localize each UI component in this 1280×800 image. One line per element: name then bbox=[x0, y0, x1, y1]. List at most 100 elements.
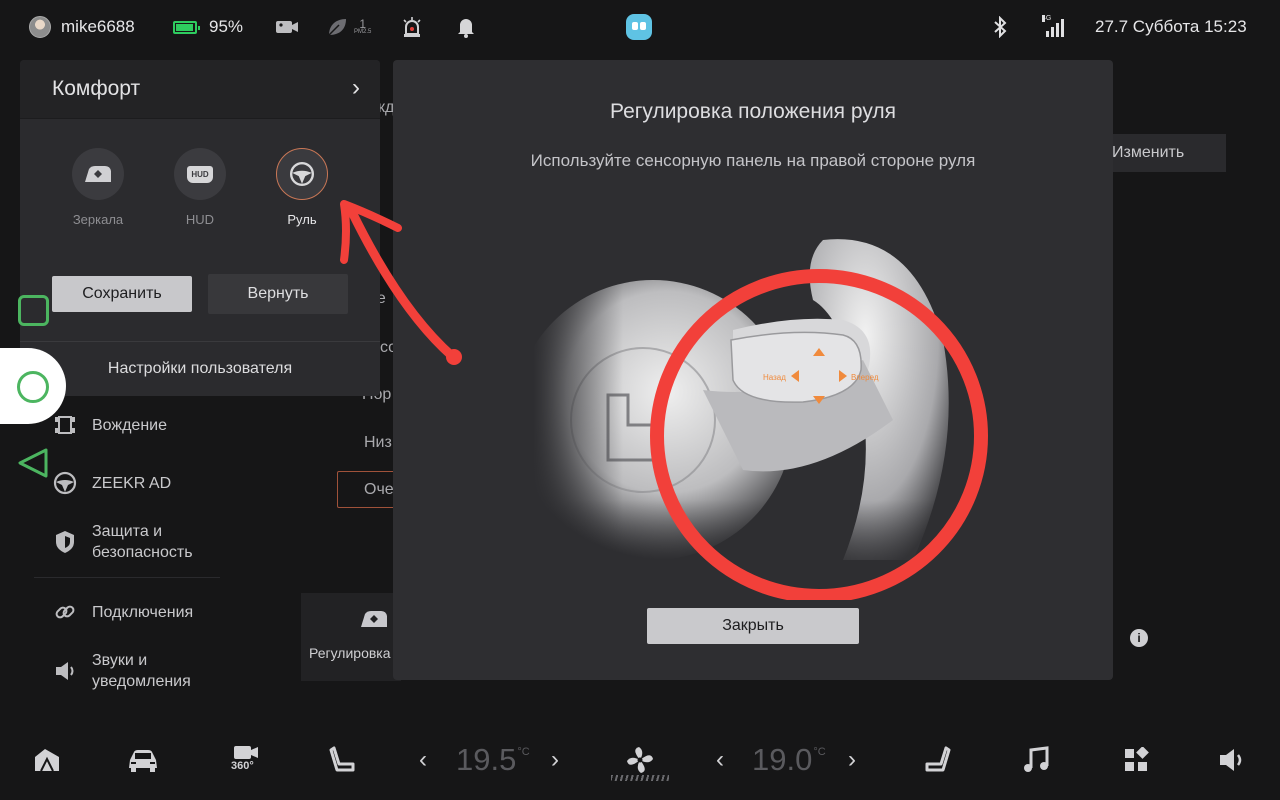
assistant-robot-icon[interactable] bbox=[626, 14, 652, 40]
mirror-icon bbox=[72, 148, 124, 200]
panel-label-back: Назад bbox=[763, 373, 786, 382]
close-button[interactable]: Закрыть bbox=[647, 608, 859, 644]
dashcam-icon[interactable] bbox=[275, 14, 299, 40]
recent-apps-button[interactable] bbox=[18, 295, 49, 326]
user-settings-link[interactable]: Настройки пользователя bbox=[20, 360, 380, 378]
avatar bbox=[29, 16, 51, 38]
comfort-panel: Комфорт › Зеркала HUD HUD Руль Сохранить… bbox=[20, 60, 380, 396]
shield-icon bbox=[52, 529, 78, 555]
home-map-icon bbox=[35, 749, 59, 772]
adjustment-card-label: Регулировка bbox=[309, 645, 391, 661]
car-dock-button[interactable] bbox=[126, 740, 160, 780]
comfort-header[interactable]: Комфорт › bbox=[20, 60, 380, 118]
adjust-label: Руль bbox=[287, 212, 317, 227]
panel-label-forward: Вперед bbox=[851, 373, 879, 382]
dialog-title: Регулировка положения руля bbox=[609, 100, 896, 123]
chevron-right-icon[interactable]: › bbox=[352, 74, 360, 102]
divider bbox=[20, 118, 380, 119]
hud-icon: HUD bbox=[174, 148, 226, 200]
nav-item-connections[interactable]: Подключения bbox=[52, 599, 193, 625]
nav-item-zeekr-ad[interactable]: ZEEKR AD bbox=[52, 470, 171, 496]
adjust-hud-button[interactable]: HUD HUD bbox=[172, 148, 228, 227]
mirror-icon bbox=[359, 609, 389, 635]
camera-360-icon: 360° bbox=[229, 745, 263, 775]
save-button[interactable]: Сохранить bbox=[52, 276, 192, 312]
right-temp-down-button[interactable]: ‹ bbox=[716, 746, 724, 774]
temp-unit: °C bbox=[813, 746, 826, 758]
apps-grid-icon bbox=[1125, 747, 1149, 771]
left-temperature-value: 19.5 bbox=[456, 742, 517, 777]
close-button-label: Закрыть bbox=[722, 617, 784, 634]
battery-percent: 95% bbox=[209, 17, 244, 36]
nav-divider bbox=[34, 577, 220, 578]
right-temp-up-button[interactable]: › bbox=[848, 746, 856, 774]
bg-row-text: Низ bbox=[364, 434, 392, 451]
username: mike6688 bbox=[61, 17, 135, 36]
battery-icon bbox=[173, 20, 200, 34]
steering-wheel-illustration: Назад Вперед bbox=[533, 220, 1013, 600]
notification-bell-icon[interactable] bbox=[456, 14, 476, 40]
change-button[interactable]: Изменить bbox=[1110, 134, 1226, 172]
clear-button-label: Оче bbox=[364, 481, 394, 498]
nav-label-line: Защита и bbox=[92, 523, 163, 540]
home-dock-button[interactable] bbox=[30, 740, 64, 780]
fan-button[interactable] bbox=[622, 740, 658, 780]
nav-item-sounds[interactable]: Звуки и уведомления bbox=[52, 650, 191, 692]
nav-label-line: Звуки и bbox=[92, 652, 148, 669]
dialog-subtitle: Используйте сенсорную панель на правой с… bbox=[530, 151, 976, 170]
speaker-icon bbox=[1220, 749, 1242, 771]
nav-label-line: уведомления bbox=[92, 673, 191, 690]
fan-speed-indicator bbox=[611, 775, 669, 781]
nav-item-security[interactable]: Защита и безопасность bbox=[52, 521, 193, 563]
adjust-label: Зеркала bbox=[72, 212, 124, 227]
bluetooth-icon[interactable] bbox=[992, 14, 1008, 40]
passenger-seat-button[interactable] bbox=[922, 740, 952, 780]
nav-label: ZEEKR AD bbox=[92, 474, 172, 492]
change-button-label: Изменить bbox=[1112, 144, 1185, 161]
alarm-light-icon[interactable] bbox=[401, 14, 423, 40]
cellular-signal-icon: 4G bbox=[1042, 14, 1064, 40]
fan-icon bbox=[627, 747, 653, 773]
home-button[interactable] bbox=[17, 371, 49, 403]
driver-seat-button[interactable] bbox=[328, 740, 358, 780]
back-button[interactable] bbox=[16, 446, 50, 485]
nav-label-line: безопасность bbox=[92, 544, 193, 561]
link-icon bbox=[52, 599, 78, 625]
volume-button[interactable] bbox=[1216, 740, 1250, 780]
air-quality[interactable]: 1 PM2.5 bbox=[326, 14, 371, 40]
nav-item-driving[interactable]: Вождение bbox=[52, 412, 167, 438]
bg-fragment-text: кд bbox=[378, 99, 394, 116]
left-temperature[interactable]: 19.5°C bbox=[456, 742, 530, 778]
left-temp-up-button[interactable]: › bbox=[551, 746, 559, 774]
datetime: 27.7 Суббота 15:23 bbox=[1095, 17, 1247, 36]
adjust-label: HUD bbox=[185, 212, 215, 227]
left-temp-down-button[interactable]: ‹ bbox=[419, 746, 427, 774]
car-frame-icon bbox=[52, 412, 78, 438]
seat-icon bbox=[925, 746, 951, 772]
comfort-title: Комфорт bbox=[52, 77, 141, 100]
adjust-mirrors-button[interactable]: Зеркала bbox=[70, 148, 126, 227]
camera-360-button[interactable]: 360° bbox=[226, 740, 266, 780]
apps-button[interactable] bbox=[1120, 740, 1152, 780]
pm-label: PM2.5 bbox=[354, 29, 372, 35]
adjust-steering-wheel-button[interactable]: Руль bbox=[274, 148, 330, 227]
adjustment-card[interactable]: Регулировка bbox=[301, 593, 401, 681]
right-temperature-value: 19.0 bbox=[752, 742, 813, 777]
music-note-icon bbox=[1024, 746, 1049, 772]
music-button[interactable] bbox=[1020, 740, 1052, 780]
user-profile[interactable]: mike6688 bbox=[29, 14, 135, 40]
steering-wheel-icon bbox=[52, 470, 78, 496]
info-icon[interactable]: i bbox=[1130, 629, 1148, 647]
speaker-icon bbox=[52, 658, 78, 684]
annotation-arrow bbox=[340, 200, 462, 365]
steering-adjust-dialog: Регулировка положения руля Используйте с… bbox=[393, 60, 1113, 680]
seat-icon bbox=[329, 746, 355, 772]
revert-button[interactable]: Вернуть bbox=[208, 274, 348, 314]
nav-label: Вождение bbox=[92, 416, 167, 434]
save-button-label: Сохранить bbox=[82, 285, 162, 302]
status-bar: mike6688 95% 1 PM2.5 4G 27.7 Суббота 15:… bbox=[0, 0, 1280, 54]
car-icon bbox=[129, 750, 157, 772]
temp-unit: °C bbox=[517, 746, 530, 758]
revert-button-label: Вернуть bbox=[247, 285, 309, 302]
right-temperature[interactable]: 19.0°C bbox=[752, 742, 826, 778]
